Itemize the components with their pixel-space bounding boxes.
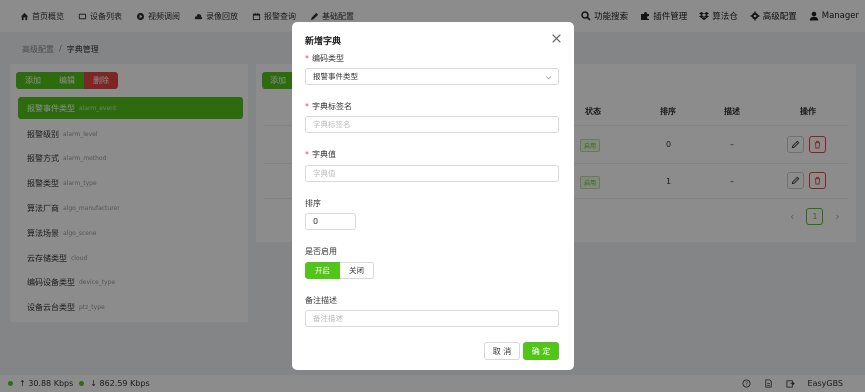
remark-label: 备注描述 xyxy=(305,296,337,305)
add-dict-dialog: 新增字典 * 编码类型 报警事件类型 * 字典标签名 字典标签名 * 字典值 字典值 … xyxy=(292,22,574,370)
code-type-label: * 编码类型 xyxy=(305,54,344,63)
chevron-down-icon xyxy=(545,76,552,80)
sort-label: 排序 xyxy=(305,199,321,208)
enable-off-button[interactable]: 关闭 xyxy=(340,262,374,279)
dict-label-label-text: 字典标签名 xyxy=(312,102,352,111)
code-type-label-text: 编码类型 xyxy=(312,54,344,63)
dict-label-input[interactable]: 字典标签名 xyxy=(305,116,559,133)
dict-value-label-text: 字典值 xyxy=(312,150,336,159)
cancel-button[interactable]: 取 消 xyxy=(484,342,520,360)
dict-label-label: * 字典标签名 xyxy=(305,102,352,111)
dict-value-label: * 字典值 xyxy=(305,150,336,159)
dict-value-input[interactable]: 字典值 xyxy=(305,165,559,182)
enabled-toggle: 开启 关闭 xyxy=(305,262,374,279)
enabled-label: 是否启用 xyxy=(305,247,337,256)
close-icon[interactable] xyxy=(551,33,562,44)
confirm-button[interactable]: 确 定 xyxy=(523,342,559,360)
enable-on-button[interactable]: 开启 xyxy=(305,262,340,279)
dialog-title: 新增字典 xyxy=(305,37,342,47)
code-type-select[interactable]: 报警事件类型 xyxy=(305,68,559,85)
remark-input[interactable]: 备注描述 xyxy=(305,310,559,327)
code-type-value: 报警事件类型 xyxy=(313,72,358,81)
sort-input[interactable]: 0 xyxy=(305,213,356,230)
